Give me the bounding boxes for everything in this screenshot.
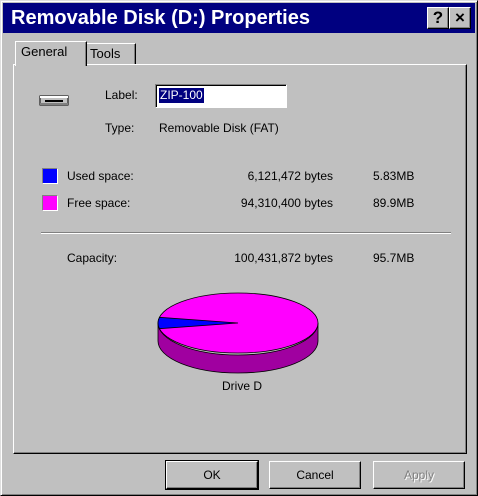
capacity-bytes: 100,431,872 bytes <box>234 251 333 265</box>
volume-label-input[interactable]: ZIP-100 <box>155 84 287 108</box>
removable-drive-icon <box>39 95 69 106</box>
type-caption: Type: <box>105 121 135 135</box>
disk-usage-pie-chart <box>157 292 319 374</box>
properties-window: Removable Disk (D:) Properties ? × Gener… <box>0 0 478 496</box>
title-bar[interactable]: Removable Disk (D:) Properties ? × <box>3 3 475 33</box>
pie-caption: Drive D <box>222 379 263 393</box>
label-caption: Label: <box>105 88 138 102</box>
used-space-bytes: 6,121,472 bytes <box>247 169 333 183</box>
close-button[interactable]: × <box>449 7 471 29</box>
free-space-caption: Free space: <box>67 196 131 210</box>
help-button[interactable]: ? <box>427 7 449 29</box>
cancel-button[interactable]: Cancel <box>269 461 361 489</box>
tab-general[interactable]: General <box>15 41 87 66</box>
volume-label-value: ZIP-100 <box>159 88 204 103</box>
capacity-caption: Capacity: <box>67 251 118 265</box>
used-space-size: 5.83MB <box>373 169 415 183</box>
separator <box>41 232 451 234</box>
capacity-size: 95.7MB <box>373 251 415 265</box>
window-title: Removable Disk (D:) Properties <box>11 7 310 29</box>
ok-button[interactable]: OK <box>165 460 259 490</box>
free-space-size: 89.9MB <box>373 196 415 210</box>
type-value: Removable Disk (FAT) <box>159 121 279 135</box>
tab-tools[interactable]: Tools <box>84 43 136 64</box>
free-space-bytes: 94,310,400 bytes <box>240 196 333 210</box>
used-space-caption: Used space: <box>67 169 134 183</box>
free-space-swatch <box>42 195 58 211</box>
apply-button[interactable]: Apply <box>373 461 465 489</box>
used-space-swatch <box>42 168 58 184</box>
